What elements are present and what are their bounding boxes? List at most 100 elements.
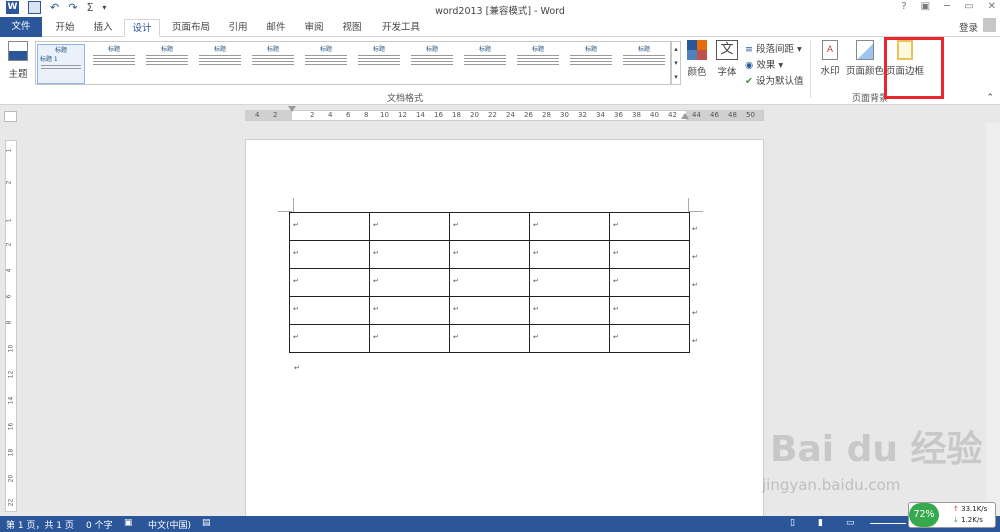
table-cell[interactable]: ↵ <box>449 296 530 325</box>
table-cell[interactable]: ↵ <box>529 212 610 241</box>
watermark-label: 水印 <box>820 66 840 77</box>
macro-icon[interactable]: ▤ <box>202 518 211 528</box>
vertical-ruler[interactable]: 1 2 1 2 4 6 8 10 12 14 16 18 20 22 <box>5 140 17 512</box>
colors-button[interactable]: 颜色 <box>685 40 709 78</box>
tab-view[interactable]: 视图 <box>336 19 368 37</box>
ruler-tick: 12 <box>7 370 15 379</box>
table-cell[interactable]: ↵ <box>289 212 370 241</box>
table-cell[interactable]: ↵ <box>369 296 450 325</box>
tab-selector[interactable] <box>4 111 17 122</box>
table-cell[interactable]: ↵ <box>289 240 370 269</box>
language-indicator[interactable]: 中文(中国) <box>148 518 191 531</box>
collapse-ribbon-icon[interactable]: ⌃ <box>986 93 994 103</box>
tab-references[interactable]: 引用 <box>222 19 254 37</box>
login-link[interactable]: 登录 <box>959 20 978 34</box>
table-cell[interactable]: ↵ <box>449 268 530 297</box>
table-cell[interactable]: ↵ <box>609 240 690 269</box>
tab-mailings[interactable]: 邮件 <box>260 19 292 37</box>
ruler-tick: 28 <box>542 111 551 119</box>
ruler-tick: 22 <box>488 111 497 119</box>
word-count[interactable]: 0 个字 <box>86 518 113 531</box>
close-icon[interactable]: ✕ <box>988 1 996 12</box>
table-cell[interactable]: ↵ <box>529 240 610 269</box>
style-thumb[interactable]: 标题 <box>143 44 191 84</box>
style-thumb[interactable]: 标题 <box>514 44 562 84</box>
table-cell[interactable]: ↵ <box>369 212 450 241</box>
style-thumb[interactable]: 标题 <box>567 44 615 84</box>
style-thumb[interactable]: 标题 <box>90 44 138 84</box>
web-layout-icon[interactable]: ▭ <box>846 518 855 528</box>
indent-marker-right[interactable] <box>681 113 689 119</box>
help-icon[interactable]: ? <box>901 1 906 12</box>
crop-mark <box>293 198 294 212</box>
document-table[interactable]: ↵ ↵ ↵ ↵ ↵ ↵ ↵ ↵ ↵ ↵ ↵ ↵ ↵ ↵ ↵ ↵ ↵ ↵ ↵ ↵ ↵ ↵ ↵ ↵ ↵ <box>289 212 690 353</box>
table-cell[interactable]: ↵ <box>289 296 370 325</box>
cpu-percent: 72% <box>909 503 939 527</box>
style-thumb[interactable]: 标题 标题 1 <box>37 44 85 84</box>
style-thumb[interactable]: 标题 <box>461 44 509 84</box>
style-thumb[interactable]: 标题 <box>196 44 244 84</box>
style-thumb[interactable]: 标题 <box>355 44 403 84</box>
table-cell[interactable]: ↵ <box>609 212 690 241</box>
proofing-icon[interactable]: ▣ <box>124 518 133 528</box>
ribbon-display-icon[interactable]: ▣ <box>921 1 930 12</box>
restore-icon[interactable]: ▭ <box>964 1 973 12</box>
effects-button[interactable]: ◉ 效果 ▾ <box>745 57 783 71</box>
style-thumb[interactable]: 标题 <box>302 44 350 84</box>
zoom-slider[interactable] <box>870 523 906 524</box>
paragraph-spacing-button[interactable]: ≡ 段落间距 ▾ <box>745 41 802 55</box>
ribbon-design: 主题 标题 标题 1 标题 标题 标题 标题 标题 标题 标题 标题 标题 标题 … <box>0 37 1000 105</box>
print-layout-icon[interactable]: ▮ <box>818 518 823 528</box>
avatar[interactable] <box>983 18 996 32</box>
tab-developer[interactable]: 开发工具 <box>374 19 428 37</box>
ruler-tick: 16 <box>434 111 443 119</box>
theme-button[interactable]: 主题 <box>4 41 32 80</box>
set-default-button[interactable]: ✔ 设为默认值 <box>745 73 804 87</box>
ruler-tick: 1 <box>5 148 13 153</box>
table-cell[interactable]: ↵ <box>529 324 610 353</box>
ruler-tick: 18 <box>452 111 461 119</box>
ruler-tick: 50 <box>746 111 755 119</box>
table-cell[interactable]: ↵ <box>529 268 610 297</box>
table-row: ↵ ↵ ↵ ↵ ↵ <box>289 212 690 241</box>
table-cell[interactable]: ↵ <box>609 324 690 353</box>
read-mode-icon[interactable]: ▯ <box>790 518 795 528</box>
style-thumb[interactable]: 标题 <box>620 44 668 84</box>
ruler-tick: 18 <box>7 448 15 457</box>
minimize-icon[interactable]: ─ <box>944 1 950 12</box>
watermark-button[interactable]: A 水印 <box>815 40 845 77</box>
paragraph-spacing-icon: ≡ <box>745 44 753 55</box>
ruler-tick: 48 <box>728 111 737 119</box>
table-cell[interactable]: ↵ <box>449 240 530 269</box>
gallery-scroll[interactable]: ▴ ▾ ▾ <box>671 41 681 85</box>
fonts-icon: 文 <box>716 40 738 60</box>
ruler-tick: 4 <box>328 111 333 119</box>
style-set-gallery[interactable]: 标题 标题 1 标题 标题 标题 标题 标题 标题 标题 标题 标题 标题 标题 <box>35 41 671 85</box>
tab-layout[interactable]: 页面布局 <box>166 19 216 37</box>
table-cell[interactable]: ↵ <box>609 296 690 325</box>
table-cell[interactable]: ↵ <box>289 324 370 353</box>
page-color-button[interactable]: 页面颜色 <box>846 40 884 77</box>
table-cell[interactable]: ↵ <box>449 212 530 241</box>
table-cell[interactable]: ↵ <box>369 268 450 297</box>
ruler-tick: 40 <box>650 111 659 119</box>
style-thumb[interactable]: 标题 <box>249 44 297 84</box>
set-default-label: 设为默认值 <box>756 76 804 87</box>
table-cell[interactable]: ↵ <box>289 268 370 297</box>
table-cell[interactable]: ↵ <box>449 324 530 353</box>
table-cell[interactable]: ↵ <box>369 240 450 269</box>
fonts-button[interactable]: 文 字体 <box>713 40 741 78</box>
table-cell[interactable]: ↵ <box>529 296 610 325</box>
indent-marker-left[interactable] <box>288 106 296 126</box>
tab-design[interactable]: 设计 <box>124 19 160 37</box>
style-thumb[interactable]: 标题 <box>408 44 456 84</box>
vertical-scrollbar[interactable] <box>986 123 1000 516</box>
table-cell[interactable]: ↵ <box>369 324 450 353</box>
tab-home[interactable]: 开始 <box>48 19 82 37</box>
tab-insert[interactable]: 插入 <box>86 19 120 37</box>
effects-label: 效果 <box>756 60 776 71</box>
tab-review[interactable]: 审阅 <box>298 19 330 37</box>
table-cell[interactable]: ↵ <box>609 268 690 297</box>
page-count[interactable]: 第 1 页，共 1 页 <box>6 518 74 531</box>
tab-file[interactable]: 文件 <box>0 17 42 37</box>
